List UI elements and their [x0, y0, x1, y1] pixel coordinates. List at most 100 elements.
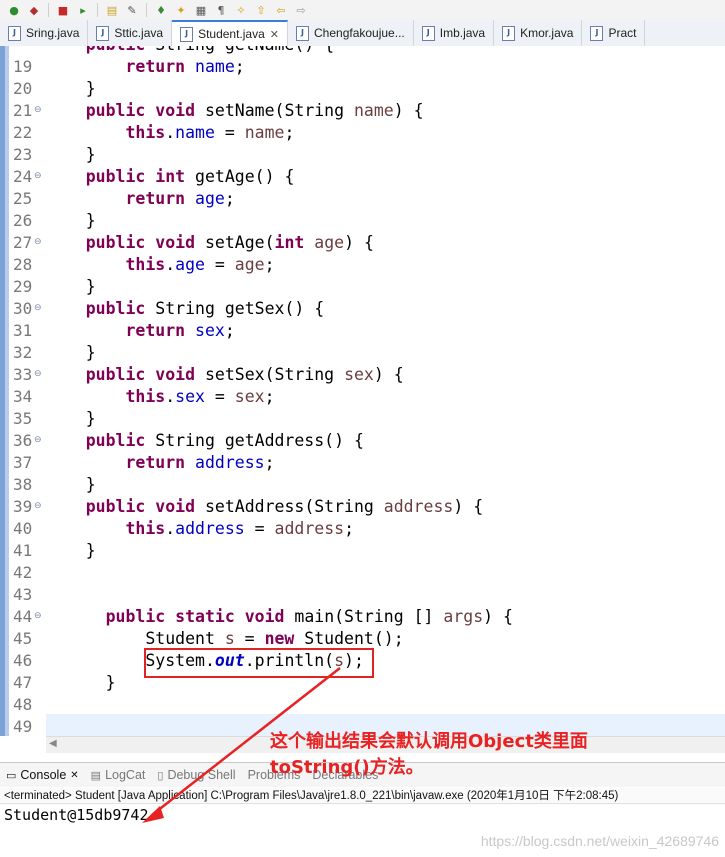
pin-icon[interactable]: ♦	[153, 3, 169, 17]
tab-kmor[interactable]: J Kmor.java	[494, 20, 583, 46]
forward-icon[interactable]: ⇨	[293, 3, 309, 17]
fold-icon[interactable]: ⊖	[34, 171, 42, 181]
line-number: 23	[13, 145, 33, 164]
code-line: 37 return address;	[0, 452, 725, 474]
code-line: 34 this.sex = sex;	[0, 386, 725, 408]
editor-tab-bar: J Sring.java J Sttic.java J Student.java ✕ J…	[0, 20, 725, 47]
fold-icon[interactable]: ⊖	[34, 435, 42, 445]
tab-label: Chengfakoujue...	[314, 26, 405, 40]
tab-label: LogCat	[105, 768, 146, 782]
fold-icon[interactable]: ⊖	[34, 237, 42, 247]
debug-shell-icon: ▯	[157, 769, 164, 782]
open-icon[interactable]: ▤	[104, 3, 120, 17]
tab-console[interactable]: ▭ Console ✕	[0, 763, 85, 787]
code-line: 22 this.name = name;	[0, 122, 725, 144]
code-line: 43	[0, 584, 725, 606]
logcat-icon: ▤	[90, 769, 102, 782]
code-text: public void setName(String name) {	[85, 101, 424, 120]
mark-icon[interactable]: ✦	[173, 3, 189, 17]
console-icon: ▭	[6, 769, 17, 782]
line-number: 28	[13, 255, 33, 274]
stop-icon[interactable]: ■	[55, 3, 71, 17]
code-text: this.sex = sex;	[125, 387, 275, 406]
fold-icon[interactable]: ⊖	[34, 501, 42, 511]
lamp-icon[interactable]: ✧	[233, 3, 249, 17]
bookmark-icon[interactable]: ▦	[193, 3, 209, 17]
line-number: 38	[13, 475, 33, 494]
code-line: 25 return age;	[0, 188, 725, 210]
tab-label: Console	[20, 768, 67, 782]
code-line: 30 ⊖ public String getSex() {	[0, 298, 725, 320]
close-icon[interactable]: ✕	[270, 28, 279, 41]
code-text: this.age = age;	[125, 255, 275, 274]
console-output[interactable]: Student@15db9742	[4, 806, 149, 824]
line-number: 46	[13, 651, 33, 670]
pilcrow-icon[interactable]: ¶	[213, 3, 229, 17]
debug-icon[interactable]: ◆	[26, 3, 42, 17]
code-line: public String getName() {	[0, 46, 725, 56]
line-number: 35	[13, 409, 33, 428]
fold-icon[interactable]: ⊖	[34, 369, 42, 379]
code-text: public int getAge() {	[85, 167, 295, 186]
watermark: https://blog.csdn.net/weixin_42689746	[480, 833, 719, 849]
line-number: 42	[13, 563, 33, 582]
code-text: public static void main(String [] args) …	[105, 607, 513, 626]
run-icon[interactable]: ●	[6, 3, 22, 17]
code-line: 39 ⊖ public void setAddress(String addre…	[0, 496, 725, 518]
code-text: }	[46, 673, 116, 692]
line-number: 32	[13, 343, 33, 362]
tab-student[interactable]: J Student.java ✕	[172, 20, 288, 46]
line-number: 49	[13, 717, 33, 736]
code-line: 31 return sex;	[0, 320, 725, 342]
code-line: 23 }	[0, 144, 725, 166]
line-number: 37	[13, 453, 33, 472]
line-number: 20	[13, 79, 33, 98]
fold-icon[interactable]: ⊖	[34, 611, 42, 621]
up-icon[interactable]: ⇧	[253, 3, 269, 17]
line-number: 41	[13, 541, 33, 560]
line-number: 40	[13, 519, 33, 538]
code-text: return sex;	[125, 321, 235, 340]
code-text: }	[46, 343, 96, 362]
scroll-left-icon[interactable]: ◀	[49, 738, 57, 749]
code-line: 20 }	[0, 78, 725, 100]
code-line: 40 this.address = address;	[0, 518, 725, 540]
tab-sring[interactable]: J Sring.java	[0, 20, 89, 46]
code-line: 28 this.age = age;	[0, 254, 725, 276]
tab-label: Kmor.java	[520, 26, 574, 40]
code-line: 32 }	[0, 342, 725, 364]
line-number: 22	[13, 123, 33, 142]
java-file-icon: J	[8, 25, 21, 41]
back-icon[interactable]: ⇦	[273, 3, 289, 17]
code-line: 33 ⊖ public void setSex(String sex) {	[0, 364, 725, 386]
annotation-line-2: toString()方法。	[270, 757, 424, 778]
code-line: 42	[0, 562, 725, 584]
tab-pract[interactable]: J Pract	[582, 20, 646, 46]
tools-icon[interactable]: ✎	[124, 3, 140, 17]
line-number: 19	[13, 57, 33, 76]
code-text: }	[46, 277, 96, 296]
tab-chengfakoujue[interactable]: J Chengfakoujue...	[288, 20, 414, 46]
code-text: public void setAddress(String address) {	[85, 497, 484, 516]
java-file-icon: J	[296, 25, 309, 41]
code-editor[interactable]: public String getName() { 19 return name…	[0, 46, 725, 736]
java-file-icon: J	[421, 25, 435, 41]
code-text: }	[46, 79, 96, 98]
tab-imb[interactable]: J Imb.java	[414, 20, 495, 46]
tab-debug-shell[interactable]: ▯ Debug Shell	[151, 763, 241, 787]
code-text: return address;	[125, 453, 275, 472]
tab-logcat[interactable]: ▤ LogCat	[85, 763, 152, 787]
tab-sttic[interactable]: J Sttic.java	[88, 20, 173, 46]
fold-icon[interactable]: ⊖	[34, 105, 42, 115]
code-line: 19 return name;	[0, 56, 725, 78]
toolbar-separator	[146, 3, 147, 17]
code-text: public String getName() {	[46, 46, 334, 56]
code-line: 45 Student s = new Student();	[0, 628, 725, 650]
line-number: 43	[13, 585, 33, 604]
line-number: 48	[13, 695, 33, 714]
step-icon[interactable]: ▸	[75, 3, 91, 17]
fold-icon[interactable]: ⊖	[34, 303, 42, 313]
line-number: 45	[13, 629, 33, 648]
tab-label: Sring.java	[26, 26, 80, 40]
close-icon[interactable]: ✕	[70, 770, 78, 781]
